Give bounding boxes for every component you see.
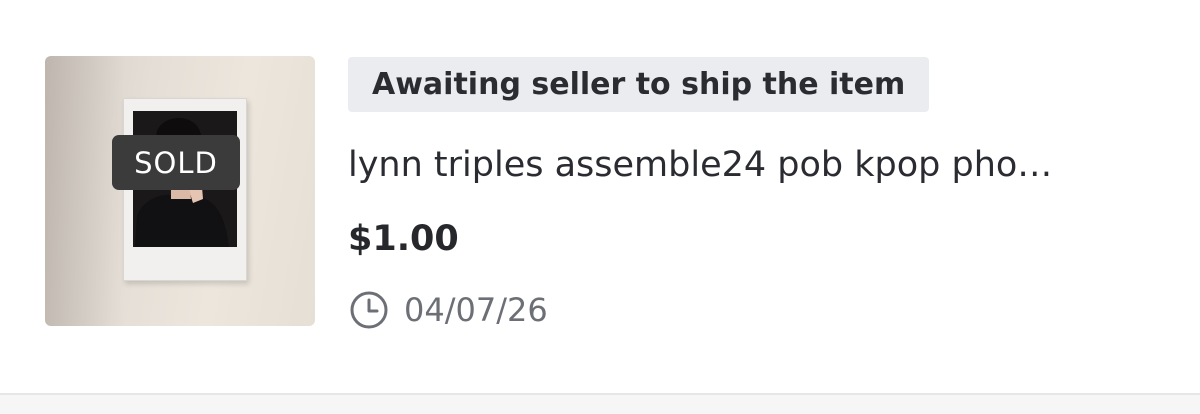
item-title[interactable]: lynn triples assemble24 pob kpop pho… <box>348 145 1148 185</box>
order-status-badge: Awaiting seller to ship the item <box>348 57 930 112</box>
clock-icon <box>350 291 388 329</box>
item-price: $1.00 <box>348 219 459 259</box>
order-list-item[interactable]: SOLD Awaiting seller to ship the item ly… <box>0 0 1200 394</box>
sold-badge: SOLD <box>112 135 240 190</box>
order-date-text: 04/07/26 <box>404 291 548 329</box>
order-date: 04/07/26 <box>349 289 548 331</box>
list-background <box>0 395 1200 414</box>
item-thumbnail[interactable]: SOLD <box>45 56 315 326</box>
thumbnail-shadow <box>45 56 125 326</box>
